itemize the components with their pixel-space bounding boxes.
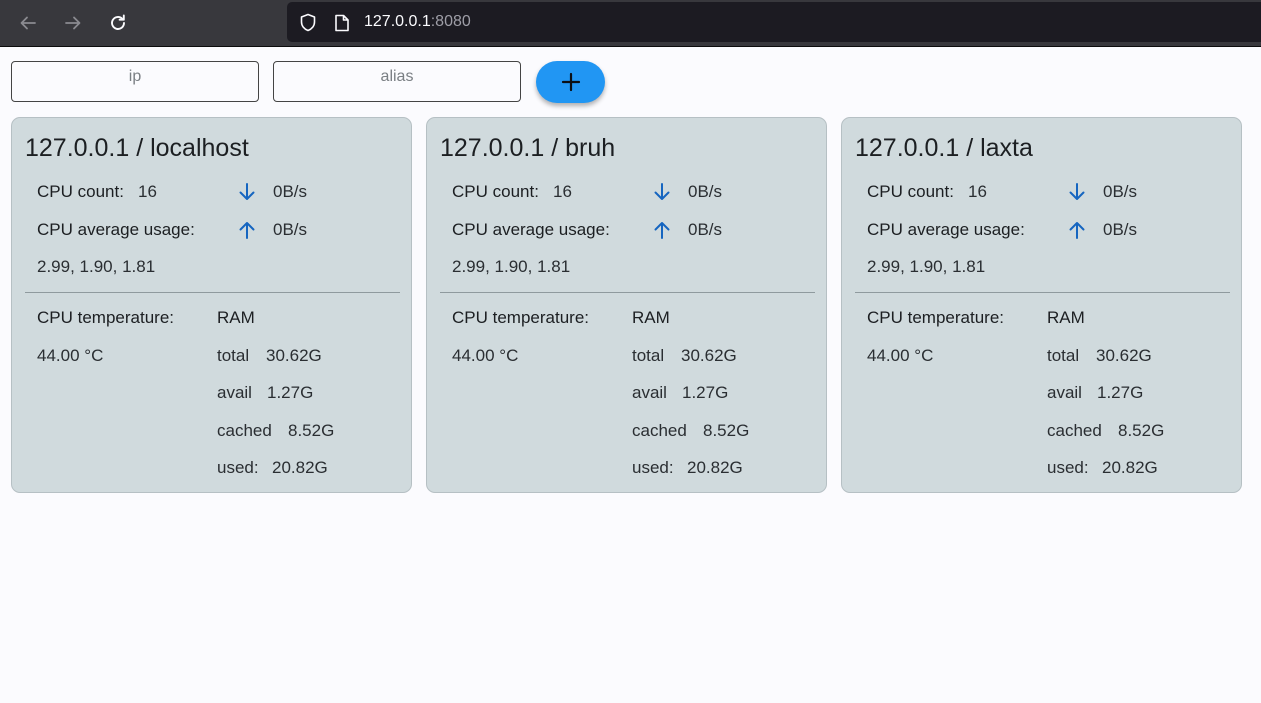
cpu-temperature-label: CPU temperature:	[37, 308, 174, 327]
url-text[interactable]: 127.0.0.1:8080	[364, 13, 471, 31]
plus-icon	[561, 72, 580, 92]
ip-input[interactable]	[12, 68, 258, 86]
ram-cached-value: 8.52G	[703, 421, 750, 440]
arrow-right-icon	[65, 16, 81, 30]
arrow-down-icon	[239, 183, 255, 200]
cpu-count-label: CPU count:	[867, 182, 954, 201]
ram-cached-label: cached	[217, 421, 272, 440]
url-bar[interactable]: 127.0.0.1:8080	[287, 2, 1261, 42]
ram-total-value: 30.62G	[1096, 346, 1152, 365]
add-server-button[interactable]	[536, 61, 605, 103]
download-rate: 0B/s	[273, 182, 308, 201]
download-rate: 0B/s	[1103, 182, 1138, 201]
ram-cached-value: 8.52G	[1118, 421, 1165, 440]
shield-icon[interactable]	[299, 13, 317, 32]
ram-heading: RAM	[217, 308, 255, 327]
cpu-count-value: 16	[553, 182, 572, 201]
ram-total-label: total	[217, 346, 250, 365]
ram-used-label: used:	[632, 458, 674, 477]
server-card: 127.0.0.1 / laxta CPU count: 16 0B/s CPU…	[841, 117, 1242, 493]
server-title: 127.0.0.1 / localhost	[25, 134, 249, 162]
ram-avail-value: 1.27G	[1097, 383, 1144, 402]
ram-avail-value: 1.27G	[682, 383, 729, 402]
cpu-average-label: CPU average usage:	[867, 220, 1025, 239]
browser-toolbar: 127.0.0.1:8080	[0, 0, 1261, 47]
cpu-temperature-value: 44.00 °C	[37, 346, 104, 365]
ram-avail-label: avail	[632, 383, 667, 402]
arrow-down-icon	[654, 183, 670, 200]
arrow-left-icon	[20, 16, 36, 30]
ram-avail-label: avail	[1047, 383, 1082, 402]
ram-cached-value: 8.52G	[288, 421, 335, 440]
ram-total-label: total	[632, 346, 665, 365]
page-info-icon[interactable]	[334, 14, 350, 32]
reload-icon	[111, 14, 125, 30]
ram-heading: RAM	[632, 308, 670, 327]
cpu-temperature-value: 44.00 °C	[452, 346, 519, 365]
upload-rate: 0B/s	[1103, 220, 1138, 239]
cpu-count-value: 16	[138, 182, 157, 201]
cpu-count-label: CPU count:	[452, 182, 539, 201]
load-average: 2.99, 1.90, 1.81	[37, 257, 156, 276]
ram-cached-label: cached	[632, 421, 687, 440]
server-title: 127.0.0.1 / laxta	[855, 134, 1033, 162]
divider	[855, 292, 1230, 293]
ram-used-value: 20.82G	[1102, 458, 1158, 477]
ip-field[interactable]	[11, 61, 259, 102]
cpu-average-label: CPU average usage:	[452, 220, 610, 239]
ram-total-value: 30.62G	[266, 346, 322, 365]
upload-rate: 0B/s	[273, 220, 308, 239]
download-rate: 0B/s	[688, 182, 723, 201]
reload-button[interactable]	[103, 8, 133, 38]
cpu-temperature-value: 44.00 °C	[867, 346, 934, 365]
arrow-up-icon	[1069, 222, 1085, 239]
arrow-up-icon	[654, 222, 670, 239]
ram-total-label: total	[1047, 346, 1080, 365]
load-average: 2.99, 1.90, 1.81	[452, 257, 571, 276]
forward-button[interactable]	[58, 8, 88, 38]
server-card: 127.0.0.1 / bruh CPU count: 16 0B/s CPU …	[426, 117, 827, 493]
server-title: 127.0.0.1 / bruh	[440, 134, 616, 162]
back-button[interactable]	[13, 8, 43, 38]
cpu-count-value: 16	[968, 182, 987, 201]
ram-used-value: 20.82G	[272, 458, 328, 477]
ram-used-value: 20.82G	[687, 458, 743, 477]
ram-total-value: 30.62G	[681, 346, 737, 365]
ram-avail-value: 1.27G	[267, 383, 314, 402]
cpu-average-label: CPU average usage:	[37, 220, 195, 239]
load-average: 2.99, 1.90, 1.81	[867, 257, 986, 276]
divider	[440, 292, 815, 293]
alias-input[interactable]	[274, 68, 520, 86]
ram-used-label: used:	[1047, 458, 1089, 477]
ram-used-label: used:	[217, 458, 259, 477]
arrow-down-icon	[1069, 183, 1085, 200]
cpu-temperature-label: CPU temperature:	[867, 308, 1004, 327]
alias-field[interactable]	[273, 61, 521, 102]
ram-avail-label: avail	[217, 383, 252, 402]
cpu-count-label: CPU count:	[37, 182, 124, 201]
cpu-temperature-label: CPU temperature:	[452, 308, 589, 327]
arrow-up-icon	[239, 222, 255, 239]
divider	[25, 292, 400, 293]
url-host: 127.0.0.1	[364, 13, 431, 30]
ram-cached-label: cached	[1047, 421, 1102, 440]
url-port: :8080	[430, 13, 471, 30]
server-card: 127.0.0.1 / localhost CPU count: 16 0B/s…	[11, 117, 412, 493]
upload-rate: 0B/s	[688, 220, 723, 239]
ram-heading: RAM	[1047, 308, 1085, 327]
